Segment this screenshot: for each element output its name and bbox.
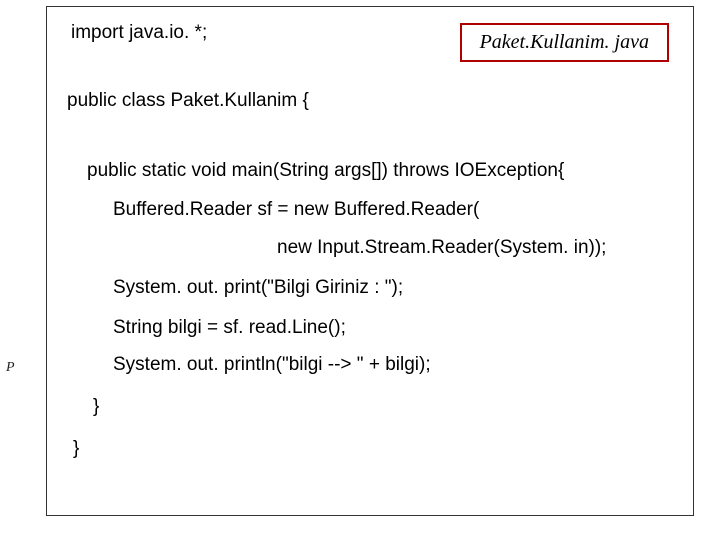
code-line-println: System. out. println("bilgi --> " + bilg… <box>113 353 675 377</box>
code-line-close-class: } <box>73 437 675 461</box>
code-line-close-main: } <box>93 395 675 419</box>
code-line-reader-new: Buffered.Reader sf = new Buffered.Reader… <box>113 198 675 222</box>
code-line-main-decl: public static void main(String args[]) t… <box>87 159 675 183</box>
code-line-readline: String bilgi = sf. read.Line(); <box>113 316 675 340</box>
code-line-class-decl: public class Paket.Kullanim { <box>67 89 675 113</box>
code-line-print-prompt: System. out. print("Bilgi Giriniz : "); <box>113 276 675 300</box>
code-line-inputstream: new Input.Stream.Reader(System. in)); <box>277 236 675 260</box>
code-slide-frame: Paket.Kullanim. java import java.io. *; … <box>46 6 694 516</box>
page-side-marker: P <box>6 360 15 376</box>
file-name-label: Paket.Kullanim. java <box>460 23 669 62</box>
